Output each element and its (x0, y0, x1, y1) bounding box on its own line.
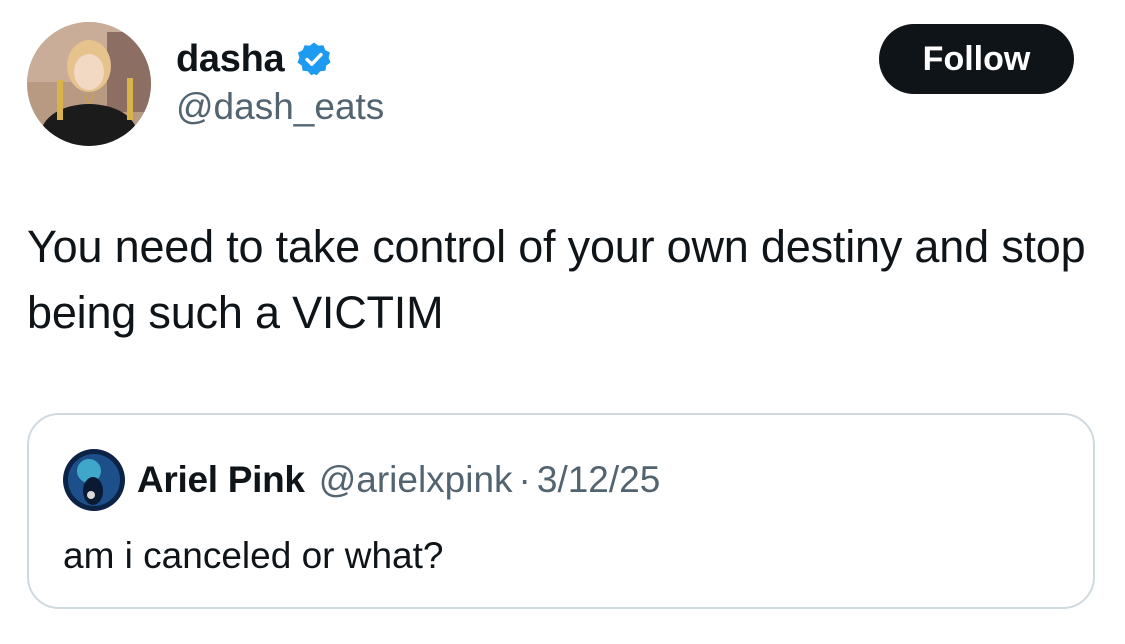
follow-button[interactable]: Follow (879, 24, 1074, 94)
quoted-tweet-header: Ariel Pink @arielxpink · 3/12/25 (63, 449, 660, 511)
quoted-avatar-image (63, 449, 125, 511)
author-handle[interactable]: @dash_eats (176, 86, 384, 128)
avatar-image (27, 22, 151, 146)
author-avatar[interactable] (27, 22, 151, 146)
verified-badge-icon (296, 41, 332, 77)
quoted-tweet-text: am i canceled or what? (63, 535, 444, 576)
tweet-text: You need to take control of your own des… (27, 221, 1086, 338)
quoted-tweet-date[interactable]: 3/12/25 (537, 459, 660, 501)
quoted-author-handle[interactable]: @arielxpink (319, 459, 513, 501)
quoted-author-avatar[interactable] (63, 449, 125, 511)
separator-dot: · (518, 459, 531, 500)
tweet: dasha @dash_eats Follow You need to take… (0, 0, 1125, 644)
quoted-tweet-card[interactable]: Ariel Pink @arielxpink · 3/12/25 am i ca… (27, 413, 1095, 609)
author-name-row: dasha (176, 34, 332, 84)
quoted-author-name[interactable]: Ariel Pink (137, 459, 305, 501)
author-name[interactable]: dasha (176, 38, 285, 81)
